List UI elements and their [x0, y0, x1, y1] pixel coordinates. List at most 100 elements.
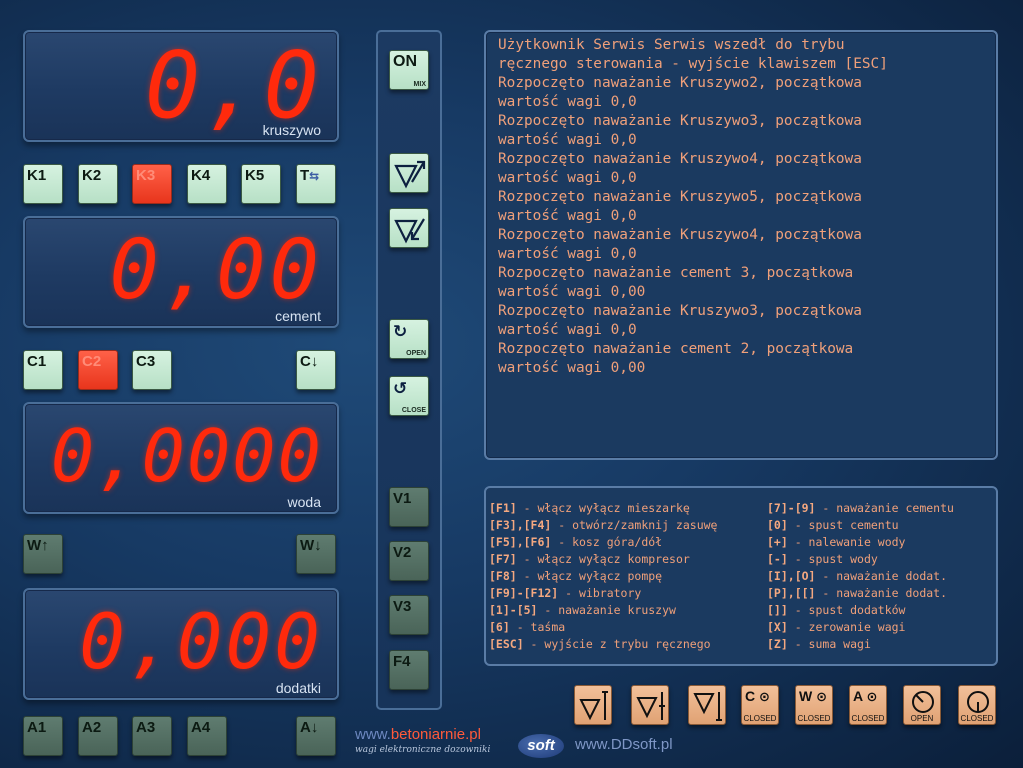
help-key: [1]-[5]: [489, 603, 538, 617]
k3-button[interactable]: K3: [132, 164, 172, 204]
a4-button[interactable]: A4: [187, 716, 227, 756]
a3-label: A3: [136, 719, 156, 736]
dodatki-value: 0,000: [79, 597, 323, 686]
cement-discharge-button[interactable]: C↓: [296, 350, 336, 390]
v3-button[interactable]: V3: [389, 595, 429, 635]
a4-label: A4: [191, 719, 211, 736]
water-valve-label: W: [799, 688, 813, 704]
help-row: [+] - nalewanie wody: [767, 534, 954, 551]
help-desc: - włącz wyłącz pompę: [516, 569, 663, 583]
swap-arrows-icon: ⇆: [309, 169, 320, 183]
log-line: wartość wagi 0,0: [498, 322, 637, 338]
help-row: [F9]-[F12] - wibratory: [489, 585, 717, 602]
help-row: [Z] - suma wagi: [767, 636, 954, 653]
log-line: Rozpoczęto naważanie Kruszywo2, początko…: [498, 75, 862, 91]
log-line: Rozpoczęto naważanie cement 2, początkow…: [498, 341, 854, 357]
skip-down-limit-icon: [579, 691, 608, 721]
help-right-column: [7]-[9] - naważanie cementu [0] - spust c…: [767, 500, 954, 653]
help-desc: - spust cementu: [787, 518, 899, 532]
skip-down-button[interactable]: [389, 208, 429, 248]
help-desc: - kosz góra/dół: [551, 535, 663, 549]
skip-up-button[interactable]: [389, 153, 429, 193]
help-row: [F3],[F4] - otwórz/zamknij zasuwę: [489, 517, 717, 534]
betoniarnie-logo[interactable]: www.betoniarnie.pl: [355, 726, 481, 743]
a3-button[interactable]: A3: [132, 716, 172, 756]
keyboard-help: [F1] - włącz wyłącz mieszarkę [F3],[F4] -…: [484, 486, 998, 666]
a1-button[interactable]: A1: [23, 716, 63, 756]
k1-label: K1: [27, 167, 47, 184]
help-desc: - włącz wyłącz mieszarkę: [516, 501, 690, 515]
water-valve-button[interactable]: W ⊙ CLOSED: [795, 685, 833, 725]
mixer-gate-open-button[interactable]: OPEN: [903, 685, 941, 725]
log-line: wartość wagi 0,00: [498, 284, 646, 300]
c3-button[interactable]: C3: [132, 350, 172, 390]
additive-valve-button[interactable]: A ⊙ CLOSED: [849, 685, 887, 725]
c2-button[interactable]: C2: [78, 350, 118, 390]
help-key: [F1]: [489, 501, 517, 515]
belt-label: T: [300, 167, 310, 184]
additive-discharge-button[interactable]: A↓: [296, 716, 336, 756]
belt-button[interactable]: T⇆: [296, 164, 336, 204]
help-key: [Z]: [767, 637, 788, 651]
skip-mid-button[interactable]: [631, 685, 669, 725]
mixer-on-label: ON: [393, 53, 417, 70]
help-key: [6]: [489, 620, 510, 634]
www-prefix: www.: [355, 726, 391, 743]
gate-close-sub: CLOSE: [401, 407, 426, 414]
cement-valve-button[interactable]: C ⊙ CLOSED: [741, 685, 779, 725]
help-key: [F8]: [489, 569, 517, 583]
k4-button[interactable]: K4: [187, 164, 227, 204]
help-desc: - spust dodatków: [787, 603, 906, 617]
ddsoft-link[interactable]: www.DDsoft.pl: [575, 736, 673, 753]
cement-valve-label: C: [745, 688, 756, 704]
kruszywo-display: 0,0 kruszywo: [23, 30, 339, 142]
additive-valve-state: CLOSED: [851, 714, 885, 723]
help-desc: - suma wagi: [787, 637, 871, 651]
help-row: [6] - taśma: [489, 619, 717, 636]
k4-label: K4: [191, 167, 211, 184]
soft-logo: soft: [518, 734, 564, 758]
mixer-gate-closed-state: CLOSED: [960, 714, 994, 723]
woda-label: woda: [287, 494, 321, 510]
help-desc: - wibratory: [558, 586, 642, 600]
help-row: [0] - spust cementu: [767, 517, 954, 534]
event-log: Użytkownik Serwis Serwis wszedł do trybu…: [484, 30, 998, 460]
help-desc: - otwórz/zamknij zasuwę: [551, 518, 718, 532]
help-desc: - zerowanie wagi: [787, 620, 906, 634]
help-key: [+]: [767, 535, 788, 549]
v2-button[interactable]: V2: [389, 541, 429, 581]
skip-up-limit-button[interactable]: [688, 685, 726, 725]
log-line: wartość wagi 0,0: [498, 208, 637, 224]
gate-open-button[interactable]: ↻ OPEN: [389, 319, 429, 359]
v2-label: V2: [393, 544, 412, 561]
help-row: [X] - zerowanie wagi: [767, 619, 954, 636]
gate-close-button[interactable]: ↺ CLOSE: [389, 376, 429, 416]
help-desc: - taśma: [509, 620, 566, 634]
dodatki-display: 0,000 dodatki: [23, 588, 339, 700]
log-line: Rozpoczęto naważanie Kruszywo3, początko…: [498, 113, 862, 129]
a2-button[interactable]: A2: [78, 716, 118, 756]
mixer-gate-open-state: OPEN: [910, 714, 934, 723]
mixer-on-button[interactable]: ON MIX: [389, 50, 429, 90]
water-fill-button[interactable]: W↑: [23, 534, 63, 574]
ddsoft-text: www.DDsoft.pl: [575, 736, 673, 753]
mixer-gate-closed-button[interactable]: CLOSED: [958, 685, 996, 725]
woda-display: 0,0000 woda: [23, 402, 339, 514]
f4-button[interactable]: F4: [389, 650, 429, 690]
water-drain-button[interactable]: W↓: [296, 534, 336, 574]
c1-button[interactable]: C1: [23, 350, 63, 390]
additive-discharge-label: A↓: [300, 719, 319, 736]
skip-down-limit-button[interactable]: [574, 685, 612, 725]
help-key: [F3],[F4]: [489, 518, 552, 532]
help-desc: - włącz wyłącz kompresor: [516, 552, 690, 566]
k5-button[interactable]: K5: [241, 164, 281, 204]
cement-display: 0,00 cement: [23, 216, 339, 328]
k3-label: K3: [136, 167, 156, 184]
k1-button[interactable]: K1: [23, 164, 63, 204]
help-row: [P],[[] - naważanie dodat.: [767, 585, 954, 602]
help-row: [I],[O] - naważanie dodat.: [767, 568, 954, 585]
help-key: [ESC]: [489, 637, 524, 651]
help-row: []] - spust dodatków: [767, 602, 954, 619]
v1-button[interactable]: V1: [389, 487, 429, 527]
k2-button[interactable]: K2: [78, 164, 118, 204]
